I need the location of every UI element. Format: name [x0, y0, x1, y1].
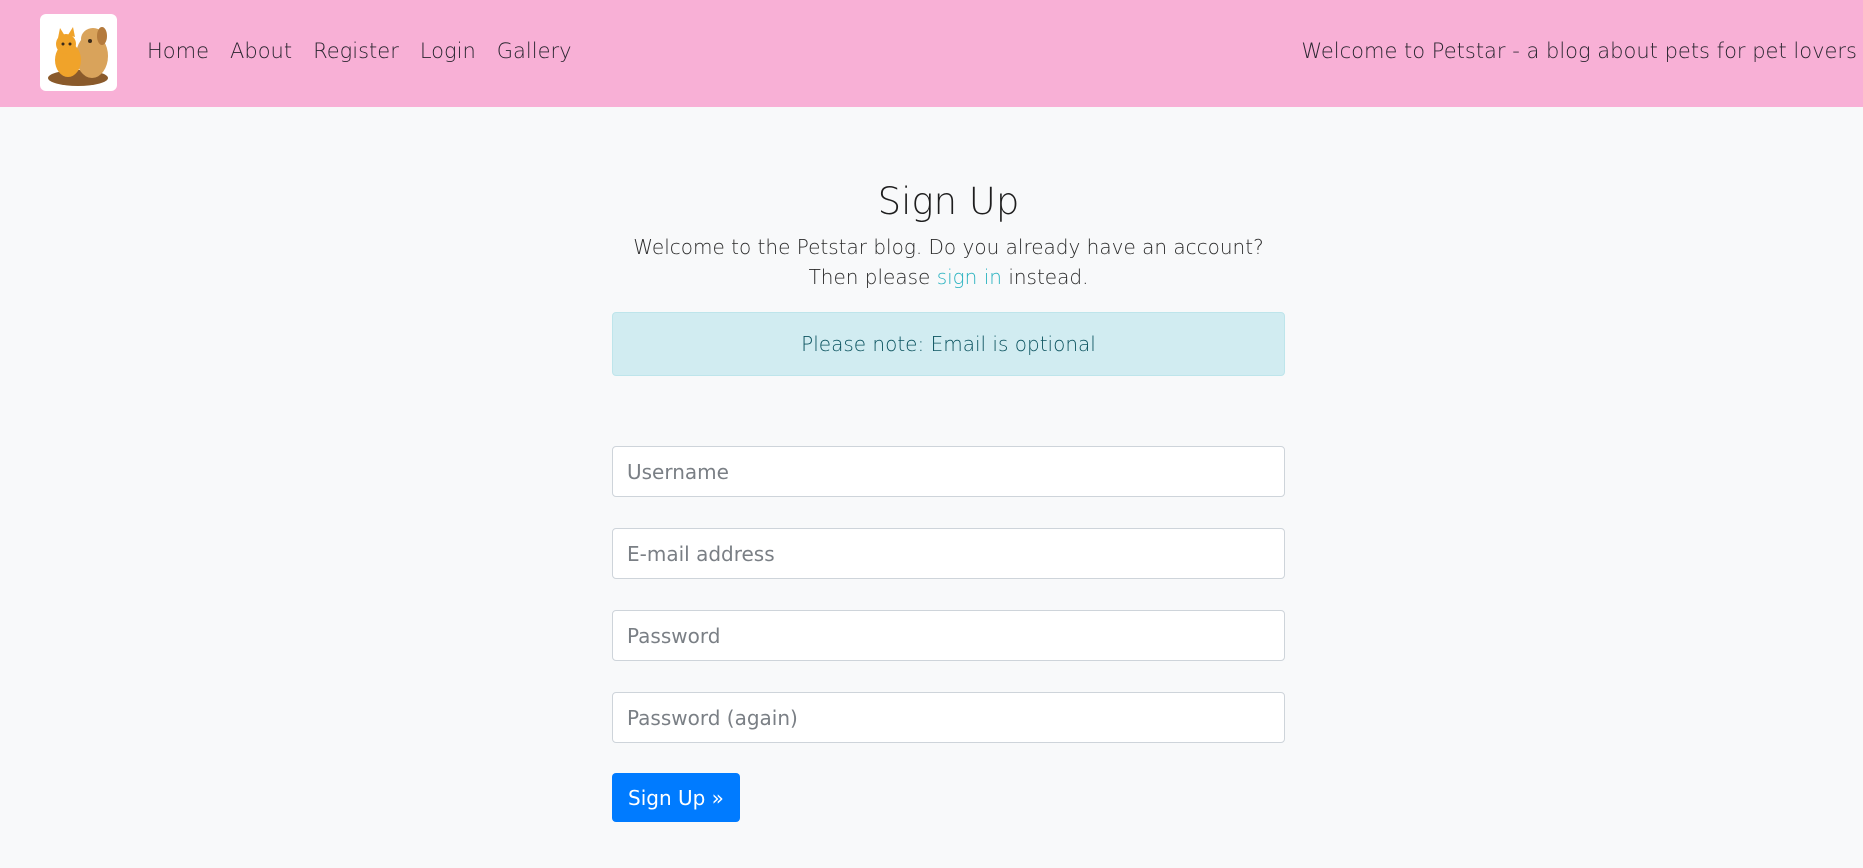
intro-text: Welcome to the Petstar blog. Do you alre…: [612, 232, 1285, 292]
intro-line-1: Welcome to the Petstar blog. Do you alre…: [633, 235, 1264, 259]
cat-and-dog-icon: [48, 27, 108, 86]
email-input[interactable]: [612, 528, 1285, 579]
page-title: Sign Up: [877, 180, 1020, 223]
intro-suffix: instead.: [1008, 265, 1089, 289]
email-optional-alert: Please note: Email is optional: [612, 312, 1285, 376]
intro-prefix: Then please: [808, 265, 931, 289]
sign-in-link[interactable]: sign in: [937, 265, 1002, 289]
petstar-logo[interactable]: [40, 14, 117, 91]
username-input[interactable]: [612, 446, 1285, 497]
signup-form: Sign Up »: [612, 446, 1285, 822]
nav-home-link[interactable]: Home: [147, 37, 209, 65]
signup-section: Sign Up Welcome to the Petstar blog. Do …: [612, 178, 1285, 822]
navbar: Home About Register Login Gallery Welcom…: [0, 0, 1863, 107]
nav-about-link[interactable]: About: [230, 37, 292, 65]
password-again-input[interactable]: [612, 692, 1285, 743]
main-nav: Home About Register Login Gallery: [147, 37, 593, 65]
site-tagline: Welcome to Petstar - a blog about pets f…: [1301, 39, 1857, 63]
nav-login-link[interactable]: Login: [420, 37, 476, 65]
password-input[interactable]: [612, 610, 1285, 661]
nav-register-link[interactable]: Register: [313, 37, 399, 65]
nav-gallery-link[interactable]: Gallery: [497, 37, 572, 65]
sign-up-button[interactable]: Sign Up »: [612, 773, 740, 822]
